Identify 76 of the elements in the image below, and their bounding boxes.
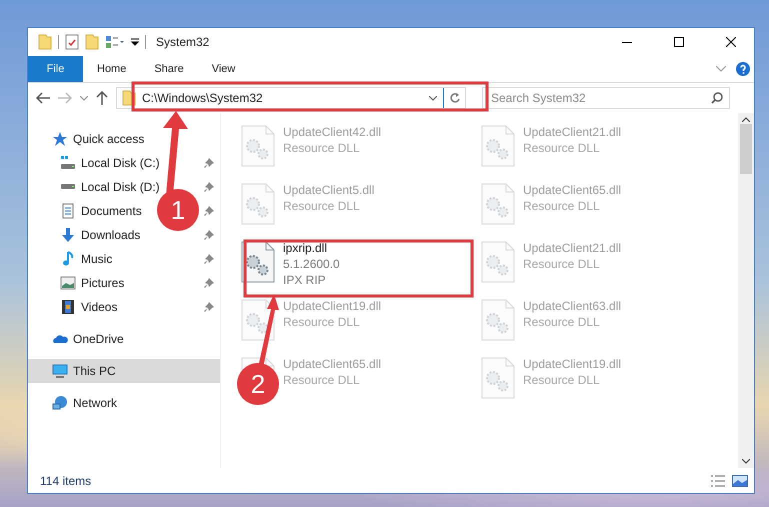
file-detail: Resource DLL xyxy=(283,141,361,155)
sidebar-item[interactable]: Network xyxy=(28,391,220,415)
document-icon xyxy=(60,203,76,219)
gear-file-icon xyxy=(481,183,515,225)
sidebar-item[interactable]: OneDrive xyxy=(28,327,220,351)
dropdown-icon[interactable] xyxy=(131,37,139,47)
film-icon xyxy=(60,299,76,315)
gear-file-icon xyxy=(481,357,515,399)
ribbon-tab[interactable]: Share xyxy=(140,56,198,82)
file-menu-button[interactable]: File xyxy=(28,56,83,82)
file-detail: Resource DLL xyxy=(523,315,601,329)
ribbon-tab[interactable]: View xyxy=(198,56,250,82)
folder-icon xyxy=(38,34,52,50)
sidebar-item[interactable]: This PC xyxy=(28,359,220,383)
chevron-down-icon[interactable] xyxy=(429,96,437,100)
chevron-down-icon[interactable] xyxy=(742,459,750,464)
file-detail: Resource DLL xyxy=(283,373,361,387)
window-title: System32 xyxy=(156,35,210,49)
pin-icon[interactable] xyxy=(204,278,214,288)
sidebar-item[interactable]: Pictures xyxy=(60,275,124,291)
search-field[interactable]: Search System32 xyxy=(482,87,730,109)
sidebar-item[interactable]: Music xyxy=(60,251,112,267)
gear-file-icon xyxy=(481,241,515,283)
step-badge: 2 xyxy=(237,363,279,405)
download-arrow-icon xyxy=(60,227,76,243)
pin-icon[interactable] xyxy=(204,182,214,192)
properties-icon[interactable] xyxy=(65,34,79,50)
search-icon[interactable] xyxy=(711,92,723,104)
details-view-icon[interactable] xyxy=(710,474,726,486)
gear-file-icon xyxy=(241,183,275,225)
file-name[interactable]: ipxrip.dll xyxy=(283,241,340,255)
refresh-icon xyxy=(448,92,460,104)
pin-icon[interactable] xyxy=(204,206,214,216)
picture-icon xyxy=(60,275,76,291)
file-detail: Resource DLL xyxy=(283,315,361,329)
large-icons-view-icon[interactable] xyxy=(732,474,748,486)
file-detail: Resource DLL xyxy=(523,257,601,271)
sidebar-item[interactable]: Documents xyxy=(60,203,142,219)
star-icon xyxy=(52,131,68,147)
address-path: C:\Windows\System32 xyxy=(142,91,264,105)
pin-icon[interactable] xyxy=(204,230,214,240)
file-detail: IPX RIP xyxy=(283,273,327,287)
file-detail: Resource DLL xyxy=(523,141,601,155)
back-arrow-icon[interactable] xyxy=(36,92,50,104)
folder-icon xyxy=(85,34,99,50)
gear-file-icon xyxy=(241,125,275,167)
drive-icon xyxy=(60,155,76,171)
file-detail: Resource DLL xyxy=(523,199,601,213)
help-icon[interactable] xyxy=(736,62,750,76)
music-note-icon xyxy=(60,251,76,267)
gear-file-icon xyxy=(481,125,515,167)
sidebar-item[interactable]: Videos xyxy=(60,299,118,315)
pin-icon[interactable] xyxy=(204,302,214,312)
item-count: 114 items xyxy=(40,474,92,488)
up-arrow-icon[interactable] xyxy=(96,91,108,105)
close-icon xyxy=(726,37,736,47)
sidebar-item[interactable]: Downloads xyxy=(60,227,140,243)
scrollbar[interactable] xyxy=(738,113,754,468)
sidebar-item[interactable]: Quick access xyxy=(28,127,220,151)
monitor-icon xyxy=(52,363,68,379)
network-globe-icon xyxy=(52,395,68,411)
sidebar-item[interactable]: Local Disk (C:) xyxy=(60,155,160,171)
file-detail: Resource DLL xyxy=(283,199,361,213)
pin-icon[interactable] xyxy=(204,254,214,264)
gear-file-icon xyxy=(481,299,515,341)
sidebar-item[interactable]: Local Disk (D:) xyxy=(60,180,160,194)
ribbon-tab[interactable]: Home xyxy=(83,56,140,82)
pin-icon[interactable] xyxy=(204,158,214,168)
maximize-icon xyxy=(674,37,684,47)
file-detail: 5.1.2600.0 xyxy=(283,257,340,271)
file-detail: Resource DLL xyxy=(523,373,601,387)
chevron-up-icon[interactable] xyxy=(742,117,750,122)
address-field[interactable]: C:\Windows\System32 xyxy=(116,87,466,109)
view-options-icon[interactable] xyxy=(105,35,125,49)
scrollbar-thumb[interactable] xyxy=(740,124,752,174)
drive-icon xyxy=(60,184,76,190)
